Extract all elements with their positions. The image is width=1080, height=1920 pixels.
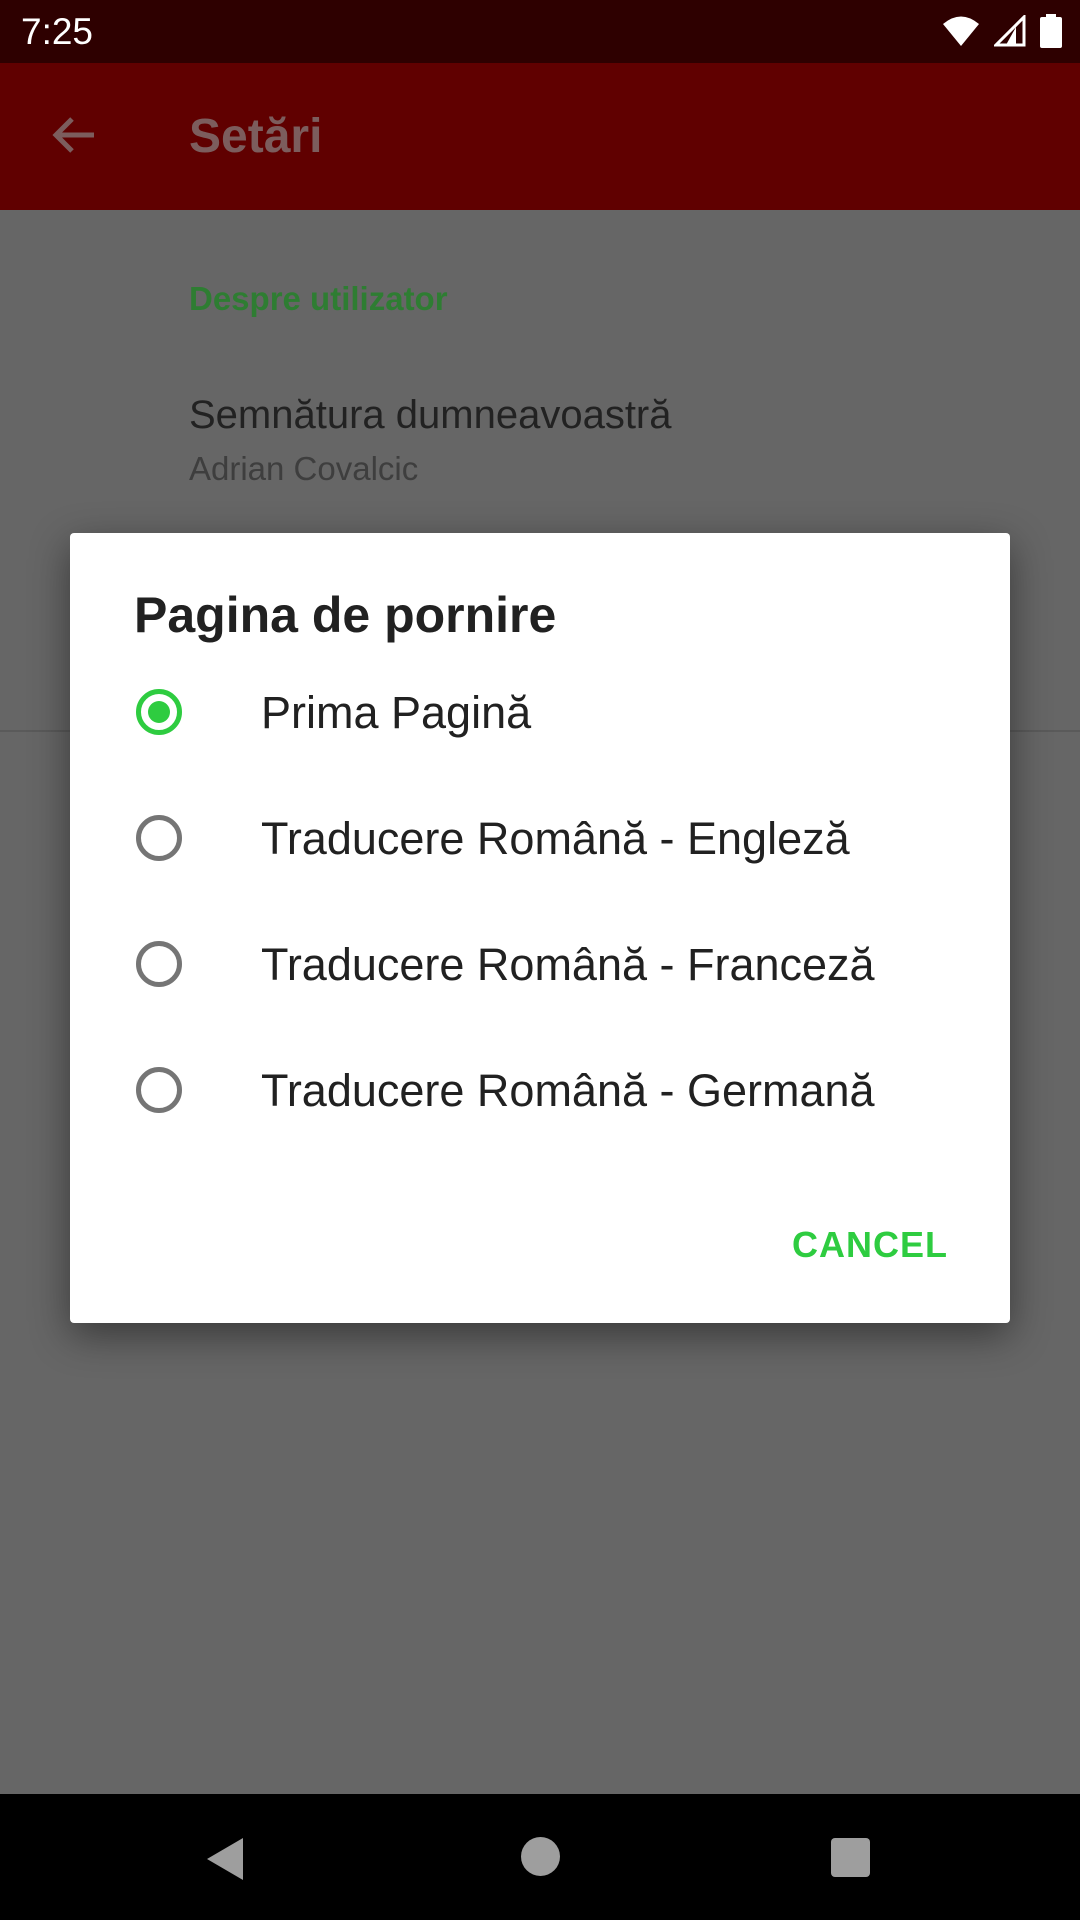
- start-page-dialog: Pagina de pornire Prima Pagină Traducere…: [70, 533, 1010, 1323]
- battery-icon: [1040, 14, 1062, 48]
- option-label: Traducere Română - Engleză: [261, 813, 850, 864]
- cancel-button[interactable]: CANCEL: [792, 1223, 948, 1267]
- dialog-title: Pagina de pornire: [134, 587, 557, 643]
- app-bar: Setări: [0, 63, 1080, 210]
- page-title: Setări: [189, 110, 323, 163]
- radio-unchecked-icon[interactable]: [136, 1067, 182, 1113]
- preference-title: Semnătura dumneavoastră: [189, 393, 672, 437]
- radio-unchecked-icon[interactable]: [136, 815, 182, 861]
- status-bar: 7:25: [0, 0, 1080, 63]
- status-time: 7:25: [21, 11, 94, 52]
- option-ro-fr[interactable]: Traducere Română - Franceză: [70, 905, 1010, 1031]
- wifi-icon: [943, 16, 979, 46]
- option-prima-pagina[interactable]: Prima Pagină: [70, 653, 1010, 779]
- arrow-back-icon[interactable]: [48, 109, 100, 161]
- option-ro-en[interactable]: Traducere Română - Engleză: [70, 779, 1010, 905]
- preference-summary: Adrian Covalcic: [189, 450, 419, 487]
- option-label: Prima Pagină: [261, 687, 532, 738]
- radio-checked-icon[interactable]: [136, 689, 182, 735]
- section-header: Despre utilizator: [189, 280, 448, 317]
- status-icons: [942, 13, 1062, 49]
- option-ro-de[interactable]: Traducere Română - Germană: [70, 1031, 1010, 1157]
- option-label: Traducere Română - Franceză: [261, 939, 875, 990]
- cell-signal-icon: [994, 15, 1026, 47]
- nav-recents-icon[interactable]: [831, 1838, 870, 1877]
- nav-home-icon[interactable]: [521, 1837, 560, 1876]
- nav-back-icon[interactable]: [205, 1836, 245, 1882]
- navigation-bar: [0, 1794, 1080, 1920]
- radio-unchecked-icon[interactable]: [136, 941, 182, 987]
- option-label: Traducere Română - Germană: [261, 1065, 875, 1116]
